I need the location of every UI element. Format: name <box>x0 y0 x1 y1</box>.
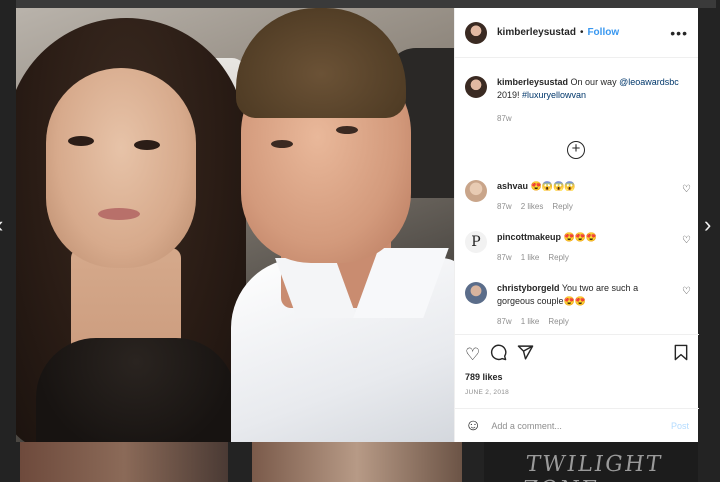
woman-lips <box>98 208 140 220</box>
previous-post-arrow[interactable]: ‹ <box>0 214 3 236</box>
comment-likes[interactable]: 2 likes <box>521 202 544 211</box>
comment-text: 😍😍😍 <box>561 232 598 242</box>
background-grid-top <box>16 0 716 8</box>
author-avatar[interactable] <box>465 21 487 44</box>
comment-body: pincottmakeup 😍😍😍 87w 1 like Reply <box>497 231 663 264</box>
background-tile-1[interactable] <box>20 442 228 482</box>
comment-username[interactable]: pincottmakeup <box>497 232 561 242</box>
separator-dot: • <box>579 27 584 38</box>
comment-item: christyborgeld You two are such a gorgeo… <box>465 282 691 328</box>
comment-reply-button[interactable]: Reply <box>548 317 568 326</box>
caption-text: kimberleysustad On our way @leoawardsbc … <box>497 76 688 125</box>
comment-reply-button[interactable]: Reply <box>552 202 572 211</box>
post-modal: kimberleysustad • Follow ••• kimberleysu… <box>16 8 699 442</box>
comment-like-heart-icon[interactable]: ♡ <box>682 184 691 195</box>
smile-icon[interactable]: ☺ <box>465 417 481 435</box>
comment-meta: 87w 2 likes Reply <box>497 200 663 213</box>
bookmark-icon[interactable] <box>673 344 689 364</box>
post-comment-button[interactable]: Post <box>671 421 689 431</box>
more-options-icon[interactable]: ••• <box>670 25 688 41</box>
add-comment-bar: ☺ Post <box>455 408 699 442</box>
post-caption: kimberleysustad On our way @leoawardsbc … <box>455 58 698 125</box>
caption-mention-link[interactable]: @leoawardsbc <box>619 77 679 87</box>
author-username[interactable]: kimberleysustad <box>497 27 576 38</box>
comment-meta: 87w 1 like Reply <box>497 315 663 328</box>
background-tile-text: TWILIGHT ZONE <box>520 452 665 482</box>
action-icons-row: ♡ <box>465 343 689 365</box>
heart-icon[interactable]: ♡ <box>465 346 480 363</box>
comment-time[interactable]: 87w <box>497 317 512 326</box>
comment-avatar[interactable] <box>465 180 487 202</box>
post-actions: ♡ 789 likes JUNE 2, 2018 <box>455 334 699 408</box>
man-eye-left <box>271 140 293 148</box>
next-post-arrow[interactable]: › <box>704 214 711 236</box>
comment-body: christyborgeld You two are such a gorgeo… <box>497 282 663 328</box>
share-icon[interactable] <box>517 344 534 364</box>
caption-text-part2: 2019! <box>497 90 523 100</box>
comment-body: ashvau 😍😱😱😱 87w 2 likes Reply <box>497 180 663 213</box>
comment-avatar[interactable]: P <box>465 231 487 253</box>
comment-meta: 87w 1 like Reply <box>497 251 663 264</box>
comment-time[interactable]: 87w <box>497 253 512 262</box>
load-more-comments-icon[interactable]: + <box>567 141 585 159</box>
post-header: kimberleysustad • Follow ••• <box>455 8 698 58</box>
man-eye-right <box>336 126 358 134</box>
comment-username[interactable]: christyborgeld <box>497 283 560 293</box>
comment-time[interactable]: 87w <box>497 202 512 211</box>
comment-reply-button[interactable]: Reply <box>548 253 568 262</box>
caption-time[interactable]: 87w <box>497 112 688 125</box>
comment-text: 😍😱😱😱 <box>528 181 576 191</box>
woman-eye-right <box>134 140 160 150</box>
likes-count[interactable]: 789 likes <box>465 372 689 382</box>
follow-button[interactable]: Follow <box>587 27 619 38</box>
comment-icon[interactable] <box>490 344 507 364</box>
caption-avatar[interactable] <box>465 76 487 98</box>
comment-likes[interactable]: 1 like <box>521 317 540 326</box>
background-tile-3[interactable]: TWILIGHT ZONE <box>484 442 698 482</box>
woman-dress <box>36 338 236 442</box>
caption-username[interactable]: kimberleysustad <box>497 77 568 87</box>
post-photo[interactable] <box>16 8 454 442</box>
background-tile-2[interactable] <box>252 442 462 482</box>
comment-item: ashvau 😍😱😱😱 87w 2 likes Reply ♡ <box>465 180 691 213</box>
comment-likes[interactable]: 1 like <box>521 253 540 262</box>
add-comment-input[interactable] <box>491 420 652 431</box>
comment-like-heart-icon[interactable]: ♡ <box>682 235 691 246</box>
post-side-panel: kimberleysustad • Follow ••• kimberleysu… <box>454 8 699 442</box>
comment-item: P pincottmakeup 😍😍😍 87w 1 like Reply ♡ <box>465 231 691 264</box>
comment-avatar[interactable] <box>465 282 487 304</box>
post-date[interactable]: JUNE 2, 2018 <box>465 389 689 396</box>
comment-username[interactable]: ashvau <box>497 181 528 191</box>
comment-like-heart-icon[interactable]: ♡ <box>682 286 691 297</box>
caption-hashtag-link[interactable]: #luxuryellowvan <box>522 90 586 100</box>
caption-text-part1: On our way <box>568 77 620 87</box>
woman-face <box>46 68 196 268</box>
woman-eye-left <box>68 136 94 146</box>
